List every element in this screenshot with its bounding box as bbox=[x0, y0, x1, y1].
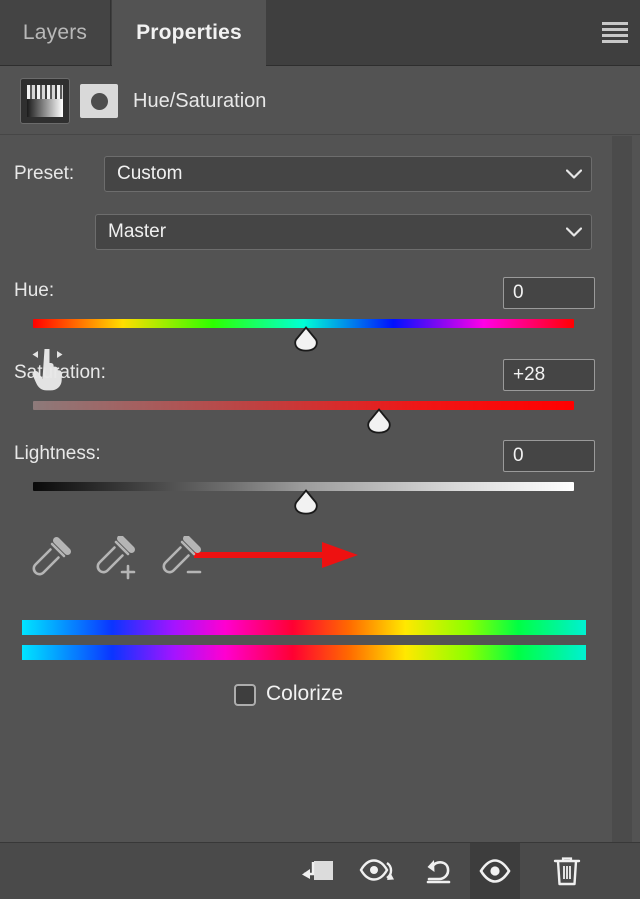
delete-adjustment-layer-button[interactable] bbox=[542, 843, 592, 899]
saturation-label: Saturation: bbox=[14, 362, 106, 383]
lightness-value-input[interactable]: 0 bbox=[503, 440, 595, 472]
tab-properties-label: Properties bbox=[136, 21, 242, 44]
adjustment-header: Hue/Saturation bbox=[0, 67, 640, 135]
preset-select[interactable]: Custom bbox=[104, 156, 592, 192]
panel-bottom-toolbar bbox=[0, 842, 640, 899]
panel-scroll-gutter[interactable] bbox=[612, 136, 632, 842]
preset-label: Preset: bbox=[14, 163, 75, 184]
tab-layers[interactable]: Layers bbox=[0, 0, 111, 66]
chevron-down-icon bbox=[557, 226, 591, 238]
hamburger-menu-icon[interactable] bbox=[598, 17, 632, 47]
reset-arrow-icon bbox=[426, 860, 451, 884]
mask-circle bbox=[90, 92, 108, 110]
toggle-layer-visibility-button[interactable] bbox=[470, 843, 520, 899]
menu-line bbox=[602, 39, 628, 43]
eye-previous-state-icon bbox=[359, 859, 394, 881]
hue-slider-handle[interactable] bbox=[292, 326, 320, 352]
colorize-checkbox[interactable] bbox=[234, 684, 256, 706]
menu-line bbox=[602, 27, 628, 31]
adjusted-color-range-bar[interactable] bbox=[22, 645, 586, 660]
adjustment-icon-art bbox=[27, 85, 63, 117]
menu-line bbox=[602, 33, 628, 37]
view-previous-state-button[interactable] bbox=[353, 843, 403, 899]
eyedropper-icon[interactable] bbox=[26, 536, 72, 582]
clip-to-layer-icon bbox=[302, 861, 333, 880]
saturation-slider-track[interactable] bbox=[33, 401, 574, 410]
tab-properties[interactable]: Properties bbox=[112, 0, 266, 66]
source-color-range-bar[interactable] bbox=[22, 620, 586, 635]
adjustment-icon-bars bbox=[27, 85, 63, 99]
tab-layers-label: Layers bbox=[22, 20, 88, 44]
eye-icon bbox=[479, 859, 511, 883]
lightness-slider-handle[interactable] bbox=[292, 489, 320, 515]
eyedropper-minus-icon[interactable] bbox=[158, 536, 204, 582]
hue-value-input[interactable]: 0 bbox=[503, 277, 595, 309]
preset-value: Custom bbox=[117, 163, 183, 184]
colorize-label[interactable]: Colorize bbox=[266, 682, 343, 706]
channel-value: Master bbox=[108, 221, 167, 242]
panel-body: Preset: Custom Master Hue: 0 Saturation:… bbox=[0, 136, 640, 842]
reset-adjustment-button[interactable] bbox=[414, 843, 464, 899]
eyedropper-plus-icon[interactable] bbox=[92, 536, 138, 582]
channel-select[interactable]: Master bbox=[95, 214, 592, 250]
saturation-value-input[interactable]: +28 bbox=[503, 359, 595, 391]
hue-label: Hue: bbox=[14, 280, 55, 301]
hue-saturation-adjustment-icon[interactable] bbox=[20, 78, 70, 124]
page-title: Hue/Saturation bbox=[133, 89, 267, 112]
saturation-slider-handle[interactable] bbox=[365, 408, 393, 434]
tab-bar-filler bbox=[266, 0, 640, 66]
menu-line bbox=[602, 21, 628, 25]
clip-to-layer-button[interactable] bbox=[292, 843, 342, 899]
red-arrow-annotation bbox=[190, 539, 360, 571]
adjustment-icon-gradient bbox=[27, 99, 63, 117]
properties-panel: Layers Properties Hue/Saturation Preset: bbox=[0, 0, 640, 899]
panel-tab-bar: Layers Properties bbox=[0, 0, 640, 66]
layer-mask-thumbnail-icon[interactable] bbox=[80, 84, 118, 118]
trash-icon bbox=[553, 857, 581, 886]
lightness-label: Lightness: bbox=[14, 443, 101, 464]
chevron-down-icon bbox=[557, 168, 591, 180]
